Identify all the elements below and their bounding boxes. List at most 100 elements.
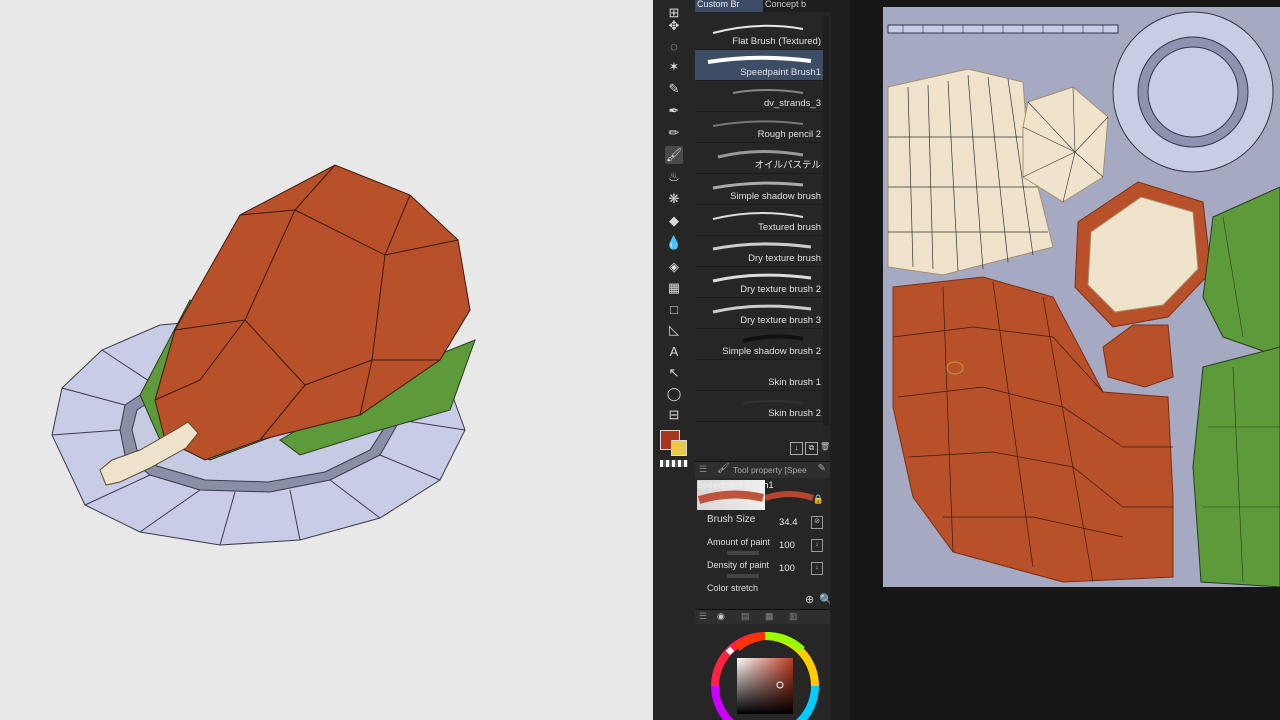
brush-preview: Speedpaint Brush1 🔒 [695, 478, 830, 510]
density-of-paint-value[interactable]: 100 [779, 563, 795, 574]
brush-item[interactable]: Skin brush 2 [695, 391, 823, 422]
brush-item[interactable]: Textured brush [695, 205, 823, 236]
brush-name: オイルパステル [754, 160, 821, 171]
frame-icon[interactable]: ⊟ [665, 406, 683, 424]
tool-property-header: ☰ 🖌 Tool property [Spee ✎ [695, 461, 830, 478]
brush-item[interactable]: Simple shadow brush 2 [695, 329, 823, 360]
eraser-icon[interactable]: ◆ [665, 212, 683, 230]
brush-item[interactable]: Speedpaint Brush1 [695, 50, 823, 81]
reset-icon[interactable]: ⊕ [805, 593, 814, 606]
airbrush-icon[interactable]: ♨ [665, 168, 683, 186]
density-of-paint-slider[interactable] [727, 574, 759, 578]
brush-name: Flat Brush (Textured) [732, 36, 821, 47]
color-wheel-tab-icon[interactable]: ◉ [717, 611, 725, 622]
text-icon[interactable]: A [665, 342, 683, 360]
brush-stroke-preview [712, 24, 804, 34]
tab-label: Concept b [765, 0, 807, 9]
color-wheel[interactable] [707, 628, 823, 720]
balloon-icon[interactable]: ◯ [665, 385, 683, 403]
brush-stroke-preview [732, 89, 804, 94]
brush-stroke-preview [707, 55, 812, 64]
brush-item[interactable]: Simple shadow brush [695, 174, 823, 205]
move-layer-icon[interactable]: ✥ [665, 17, 683, 35]
brush-stroke-preview [742, 400, 804, 404]
brush-item[interactable]: Skin brush 1 [695, 360, 823, 391]
blend-icon[interactable]: 💧 [665, 234, 683, 252]
brush-name: Skin brush 2 [768, 408, 821, 419]
brush-size-pressure-icon[interactable]: ⊘ [811, 516, 823, 529]
amount-of-paint-pressure-icon[interactable]: ↓ [811, 539, 823, 552]
fill-icon[interactable]: ◈ [665, 258, 683, 276]
brush-name: Simple shadow brush [730, 191, 821, 202]
density-of-paint-pressure-icon[interactable]: ↓ [811, 562, 823, 575]
brush-name: Textured brush [758, 222, 821, 233]
3d-viewport[interactable] [0, 0, 653, 720]
line-icon[interactable]: ◺ [665, 321, 683, 339]
color-stretch-label: Color stretch [707, 583, 759, 593]
brush-name: Skin brush 1 [768, 377, 821, 388]
delete-subtool-icon[interactable]: 🗑 [820, 442, 830, 453]
density-of-paint-row: Density of paint 100 ↓ [695, 560, 830, 582]
color-wheel-header: ☰ ◉ ▤ ▦ ▥ [695, 609, 830, 624]
brush-icon[interactable]: 🖌 [665, 146, 683, 164]
brush-name: Dry texture brush 2 [740, 284, 821, 295]
brush-stroke-preview [712, 304, 812, 314]
uv-texture-canvas[interactable] [883, 7, 1280, 587]
copy-subtool-icon[interactable]: ⧉ [805, 442, 818, 455]
sub-tool-tabs: Custom Br Concept b [695, 0, 830, 12]
menu-icon[interactable]: ☰ [699, 464, 707, 475]
menu-icon[interactable]: ☰ [699, 611, 707, 622]
brush-name: Rough pencil 2 [757, 129, 821, 140]
intermediate-color-tab-icon[interactable]: ▥ [789, 611, 798, 622]
brush-size-value[interactable]: 34.4 [779, 517, 798, 528]
3d-model-render [51, 164, 476, 546]
lasso-icon[interactable]: ◌ [665, 37, 683, 55]
brush-item[interactable]: Dry texture brush 3 [695, 298, 823, 329]
transparent-color-swatch[interactable] [660, 460, 688, 467]
brush-item[interactable]: Flat Brush (Textured) [695, 19, 823, 50]
brush-name: dv_strands_3 [763, 98, 821, 109]
amount-of-paint-row: Amount of paint 100 ↓ [695, 537, 830, 559]
brush-stroke-preview [712, 212, 804, 220]
tab-custom-brushes[interactable]: Custom Br [695, 0, 763, 12]
magic-wand-icon[interactable]: ✶ [665, 58, 683, 76]
sub-color-swatch[interactable] [671, 440, 687, 456]
brush-item[interactable]: Rough pencil 2 [695, 112, 823, 143]
pen-icon[interactable]: ✒ [665, 102, 683, 120]
tab-concept-brushes[interactable]: Concept b [763, 0, 831, 12]
brush-list: Flat Brush (Textured) Speedpaint Brush1 … [695, 16, 823, 426]
brush-stroke-preview [712, 273, 812, 283]
brush-item[interactable]: Dry texture brush 2 [695, 267, 823, 298]
brush-stroke-preview [712, 120, 804, 127]
eyedropper-icon[interactable]: ✎ [665, 80, 683, 98]
amount-of-paint-slider[interactable] [727, 551, 759, 555]
brush-item[interactable]: dv_strands_3 [695, 81, 823, 112]
brush-preset-name: Speedpaint Brush1 [697, 480, 774, 490]
tab-label: Custom Br [697, 0, 740, 9]
figure-icon[interactable]: □ [665, 300, 683, 318]
wrench-icon[interactable]: ✎ [818, 463, 826, 474]
brush-list-scrollbar[interactable] [823, 16, 829, 426]
brush-item[interactable]: オイルパステル [695, 143, 823, 174]
clip-studio-window: ⊞ ✥ ◌ ✶ ✎ ✒ ✏ 🖌 ♨ ❋ ◆ 💧 ◈ ▦ □ ◺ A ↖ ◯ ⊟ … [653, 0, 1280, 720]
brush-size-row: Brush Size 34.4 ⊘ [695, 514, 830, 536]
vertical-ruler: 80 160 240 320 400 480 560 640 720 800 8… [830, 0, 858, 720]
tool-palette: ⊞ ✥ ◌ ✶ ✎ ✒ ✏ 🖌 ♨ ❋ ◆ 💧 ◈ ▦ □ ◺ A ↖ ◯ ⊟ [653, 0, 696, 720]
download-subtool-icon[interactable]: ↓ [790, 442, 803, 455]
tool-property-title: Tool property [Spee [733, 465, 807, 475]
lock-icon[interactable]: 🔒 [813, 494, 824, 505]
canvas-area[interactable] [850, 0, 1280, 720]
brush-name: Dry texture brush [748, 253, 821, 264]
gradient-icon[interactable]: ▦ [665, 279, 683, 297]
brush-size-label: Brush Size [707, 514, 756, 525]
amount-of-paint-value[interactable]: 100 [779, 540, 795, 551]
brush-name: Dry texture brush 3 [740, 315, 821, 326]
color-slider-tab-icon[interactable]: ▤ [741, 611, 750, 622]
sub-tool-actions: ↓ ⧉ 🗑 [695, 438, 830, 458]
decoration-icon[interactable]: ❋ [665, 190, 683, 208]
pencil-icon[interactable]: ✏ [665, 124, 683, 142]
brush-item[interactable]: Dry texture brush [695, 236, 823, 267]
color-set-tab-icon[interactable]: ▦ [765, 611, 774, 622]
sub-tool-panel: Custom Br Concept b Flat Brush (Textured… [695, 0, 833, 720]
operation-icon[interactable]: ↖ [665, 364, 683, 382]
